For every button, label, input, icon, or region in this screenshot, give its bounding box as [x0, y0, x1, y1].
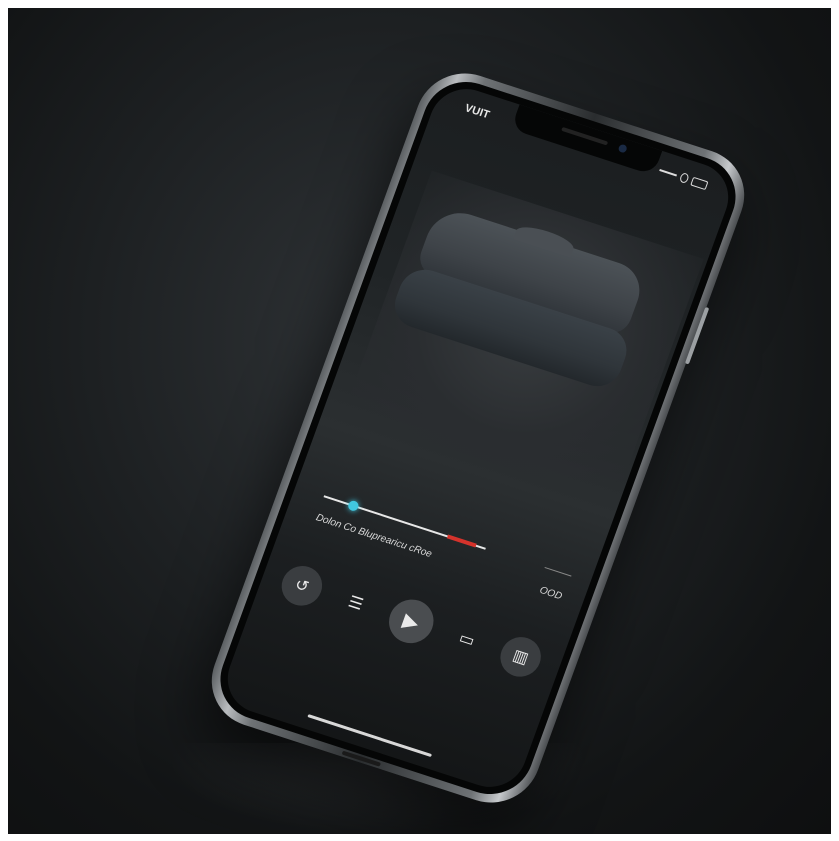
progress-knob[interactable]	[346, 499, 360, 512]
play-icon[interactable]: ▶	[382, 593, 440, 649]
home-indicator[interactable]	[307, 714, 433, 758]
phone-bezel: VUIT Dolon Co Bluprearicu cRoe OOD ↺ ☰ ▶…	[208, 71, 748, 805]
earpiece-speaker	[561, 126, 609, 146]
list-icon[interactable]: ☰	[330, 578, 382, 628]
status-time: VUIT	[463, 102, 492, 122]
share-icon[interactable]: ↺	[276, 560, 328, 611]
phone-screen: VUIT Dolon Co Bluprearicu cRoe OOD ↺ ☰ ▶…	[217, 79, 739, 797]
smartphone: VUIT Dolon Co Bluprearicu cRoe OOD ↺ ☰ ▶…	[198, 61, 758, 815]
signal-icon	[659, 169, 678, 177]
book-icon[interactable]: ▥	[494, 631, 547, 682]
status-icons	[658, 165, 709, 190]
front-camera	[617, 143, 628, 154]
photo-frame: VUIT Dolon Co Bluprearicu cRoe OOD ↺ ☰ ▶…	[8, 8, 831, 834]
cast-icon[interactable]: ▭	[441, 614, 493, 664]
notch	[510, 104, 663, 176]
media-duration: OOD	[537, 584, 564, 603]
wifi-icon	[678, 172, 690, 184]
battery-icon	[690, 176, 709, 190]
media-caption: Dolon Co Bluprearicu cRoe	[314, 512, 434, 560]
playback-controls: ↺ ☰ ▶ ▭ ▥	[274, 556, 548, 686]
volume-line	[544, 566, 572, 577]
progress-marker	[446, 534, 477, 548]
